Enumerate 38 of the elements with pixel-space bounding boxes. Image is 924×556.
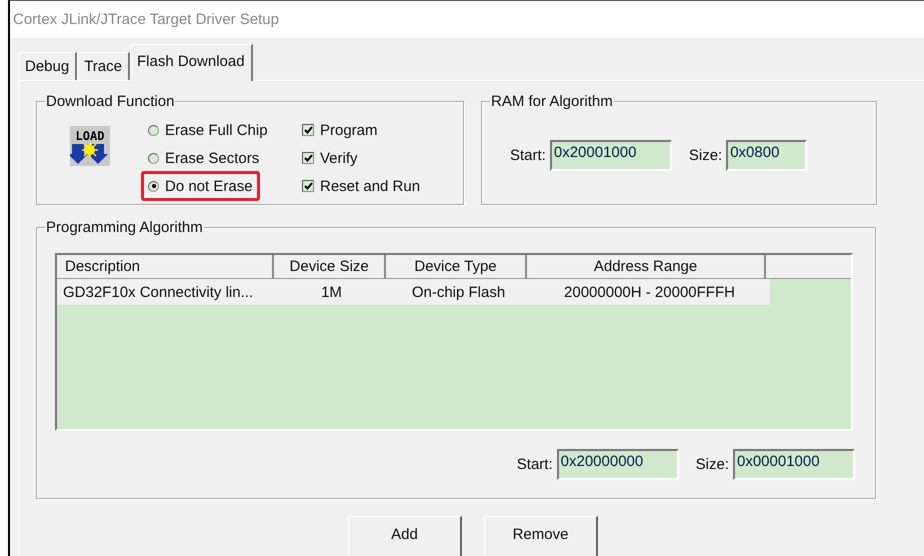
input-field[interactable]: 0x0800 xyxy=(726,140,808,171)
table-cell: GD32F10x Connectivity lin... xyxy=(57,279,275,305)
field-label: Size: xyxy=(696,456,729,473)
dialog-button[interactable]: Remove xyxy=(484,516,598,556)
group-title: Download Function xyxy=(45,93,176,110)
radio-label: Erase Full Chip xyxy=(165,122,268,138)
column-header[interactable]: Device Type xyxy=(386,255,527,279)
input-field[interactable]: 0x20000000 xyxy=(556,449,679,480)
input-field[interactable]: 0x00001000 xyxy=(733,449,855,480)
checkbox[interactable] xyxy=(302,180,314,192)
checkbox[interactable] xyxy=(302,152,314,164)
group-title: RAM for Algorithm xyxy=(490,93,614,110)
dialog-button[interactable]: Add xyxy=(348,516,462,556)
radio-button[interactable] xyxy=(148,124,159,136)
column-header[interactable]: Description xyxy=(57,255,274,279)
table-cell: 20000000H - 20000FFFH xyxy=(529,279,770,305)
table-cell: 1M xyxy=(275,279,388,305)
column-header[interactable]: Address Range xyxy=(526,255,766,279)
checkbox-label: Reset and Run xyxy=(320,178,420,194)
checkbox-label: Verify xyxy=(320,150,358,166)
tab[interactable]: Flash Download xyxy=(130,44,253,81)
checkbox[interactable] xyxy=(302,124,314,136)
radio-label: Erase Sectors xyxy=(165,150,260,166)
tab[interactable]: Debug xyxy=(18,52,78,80)
radio-button[interactable] xyxy=(148,152,159,164)
field-label: Start: xyxy=(510,147,546,164)
radio-button[interactable] xyxy=(148,180,159,192)
field-label: Start: xyxy=(516,456,553,473)
input-field[interactable]: 0x20001000 xyxy=(550,140,672,171)
radio-label: Do not Erase xyxy=(165,178,253,194)
tab[interactable]: Trace xyxy=(77,52,130,80)
load-icon: LOAD xyxy=(70,126,110,166)
group-title: Programming Algorithm xyxy=(45,219,204,236)
field-label: Size: xyxy=(688,147,722,164)
window-title: Cortex JLink/JTrace Target Driver Setup xyxy=(13,11,279,28)
checkbox-label: Program xyxy=(320,122,378,138)
table-cell: On-chip Flash xyxy=(388,279,529,305)
column-header[interactable]: Device Size xyxy=(274,255,386,279)
